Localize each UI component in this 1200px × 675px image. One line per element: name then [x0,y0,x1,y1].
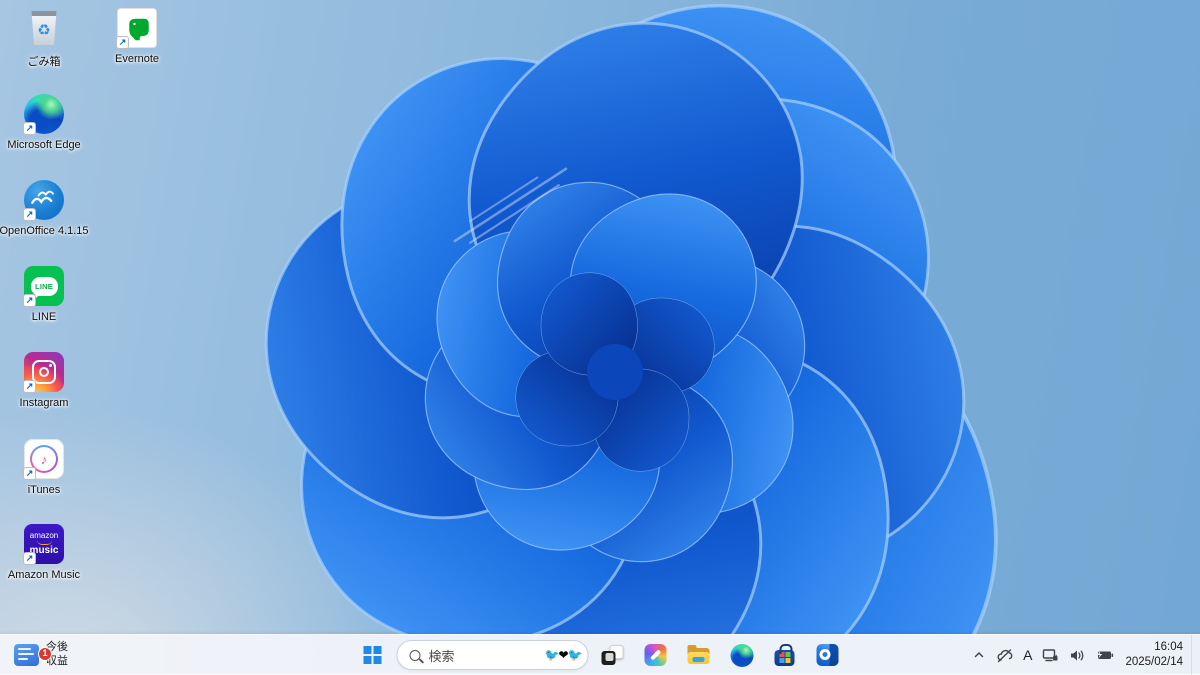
onedrive-offline-icon [996,648,1013,663]
shortcut-arrow-icon: ↗ [23,552,36,565]
windows-logo-icon [364,646,382,664]
show-desktop-button[interactable] [1191,635,1196,675]
ime-mode-button[interactable]: A [1018,639,1037,671]
desktop-icon-evernote[interactable]: ↗ Evernote [95,6,179,88]
taskbar: 1 今後 収益 検索 🐦❤🐦 [0,634,1200,674]
system-tray: A 16:04 [967,635,1196,675]
store-bag-icon [775,650,795,666]
desktop-icon-instagram[interactable]: ↗ Instagram [2,350,86,432]
desktop-icon-line[interactable]: LINE ↗ LINE [2,264,86,346]
speaker-icon [1069,648,1085,663]
music-note-icon: ♪ [41,452,48,467]
taskbar-center-icons: 検索 🐦❤🐦 [354,638,847,672]
recycle-symbol-icon: ♻ [37,21,50,39]
outlook-button[interactable] [809,638,847,672]
task-view-icon [602,644,624,666]
icon-label: ごみ箱 [28,53,61,69]
tray-date: 2025/02/14 [1125,655,1183,670]
recycle-bin-icon: ♻ [30,11,58,45]
microsoft-edge-button[interactable] [723,638,761,672]
ime-mode-indicator: A [1023,647,1032,663]
icon-label: LINE [32,311,56,323]
icon-label: iTunes [28,484,61,496]
volume-button[interactable] [1064,639,1090,671]
outlook-icon [817,644,839,666]
icon-label: Instagram [20,397,69,409]
shortcut-arrow-icon: ↗ [23,122,36,135]
shortcut-arrow-icon: ↗ [116,36,129,49]
battery-button[interactable] [1090,639,1119,671]
battery-charging-icon [1095,648,1114,662]
widgets-notification-badge: 1 [38,647,52,661]
search-input[interactable]: 検索 🐦❤🐦 [397,640,589,670]
edge-logo-icon [730,644,753,667]
task-view-button[interactable] [594,638,632,672]
shortcut-arrow-icon: ↗ [23,294,36,307]
icon-label: OpenOffice 4.1.15 [0,225,89,237]
file-explorer-icon [688,646,710,664]
amazon-wordmark: amazon [30,532,58,540]
desktop-icon-microsoft-edge[interactable]: ↗ Microsoft Edge [2,92,86,174]
search-icon [410,650,421,661]
shortcut-arrow-icon: ↗ [23,208,36,221]
desktop-icon-openoffice[interactable]: ↗ OpenOffice 4.1.15 [2,178,86,260]
ethernet-icon [1042,648,1059,663]
desktop-icon-itunes[interactable]: ♪ ↗ iTunes [2,437,86,519]
shortcut-arrow-icon: ↗ [23,467,36,480]
bloom-flower-graphic [0,0,1200,634]
copilot-button[interactable] [637,638,675,672]
icon-label: Microsoft Edge [7,139,80,151]
network-button[interactable] [1037,639,1064,671]
file-explorer-button[interactable] [680,638,718,672]
icon-label: Amazon Music [8,569,80,581]
icon-label: Evernote [115,53,159,65]
desktop-icon-amazon-music[interactable]: amazon music ↗ Amazon Music [2,522,86,604]
clock-button[interactable]: 16:04 2025/02/14 [1119,640,1191,670]
line-logo-text: LINE [35,282,53,291]
desktop-wallpaper: ♻ ごみ箱 ↗ Evernote ↗ Microsoft Edge [0,0,1200,674]
desktop-icon-recycle-bin[interactable]: ♻ ごみ箱 [2,6,86,88]
widgets-button[interactable]: 1 今後 収益 [8,635,74,675]
hidden-icons-button[interactable] [967,639,991,671]
onedrive-status-button[interactable] [991,639,1018,671]
start-button[interactable] [354,638,392,672]
lovebirds-sticker-icon: 🐦❤🐦 [545,648,582,662]
widgets-finance-icon: 1 [14,644,39,666]
copilot-icon [645,644,667,666]
shortcut-arrow-icon: ↗ [23,380,36,393]
chevron-up-icon [972,648,986,662]
search-placeholder: 検索 [429,646,537,665]
microsoft-store-button[interactable] [766,638,804,672]
tray-time: 16:04 [1154,640,1183,655]
